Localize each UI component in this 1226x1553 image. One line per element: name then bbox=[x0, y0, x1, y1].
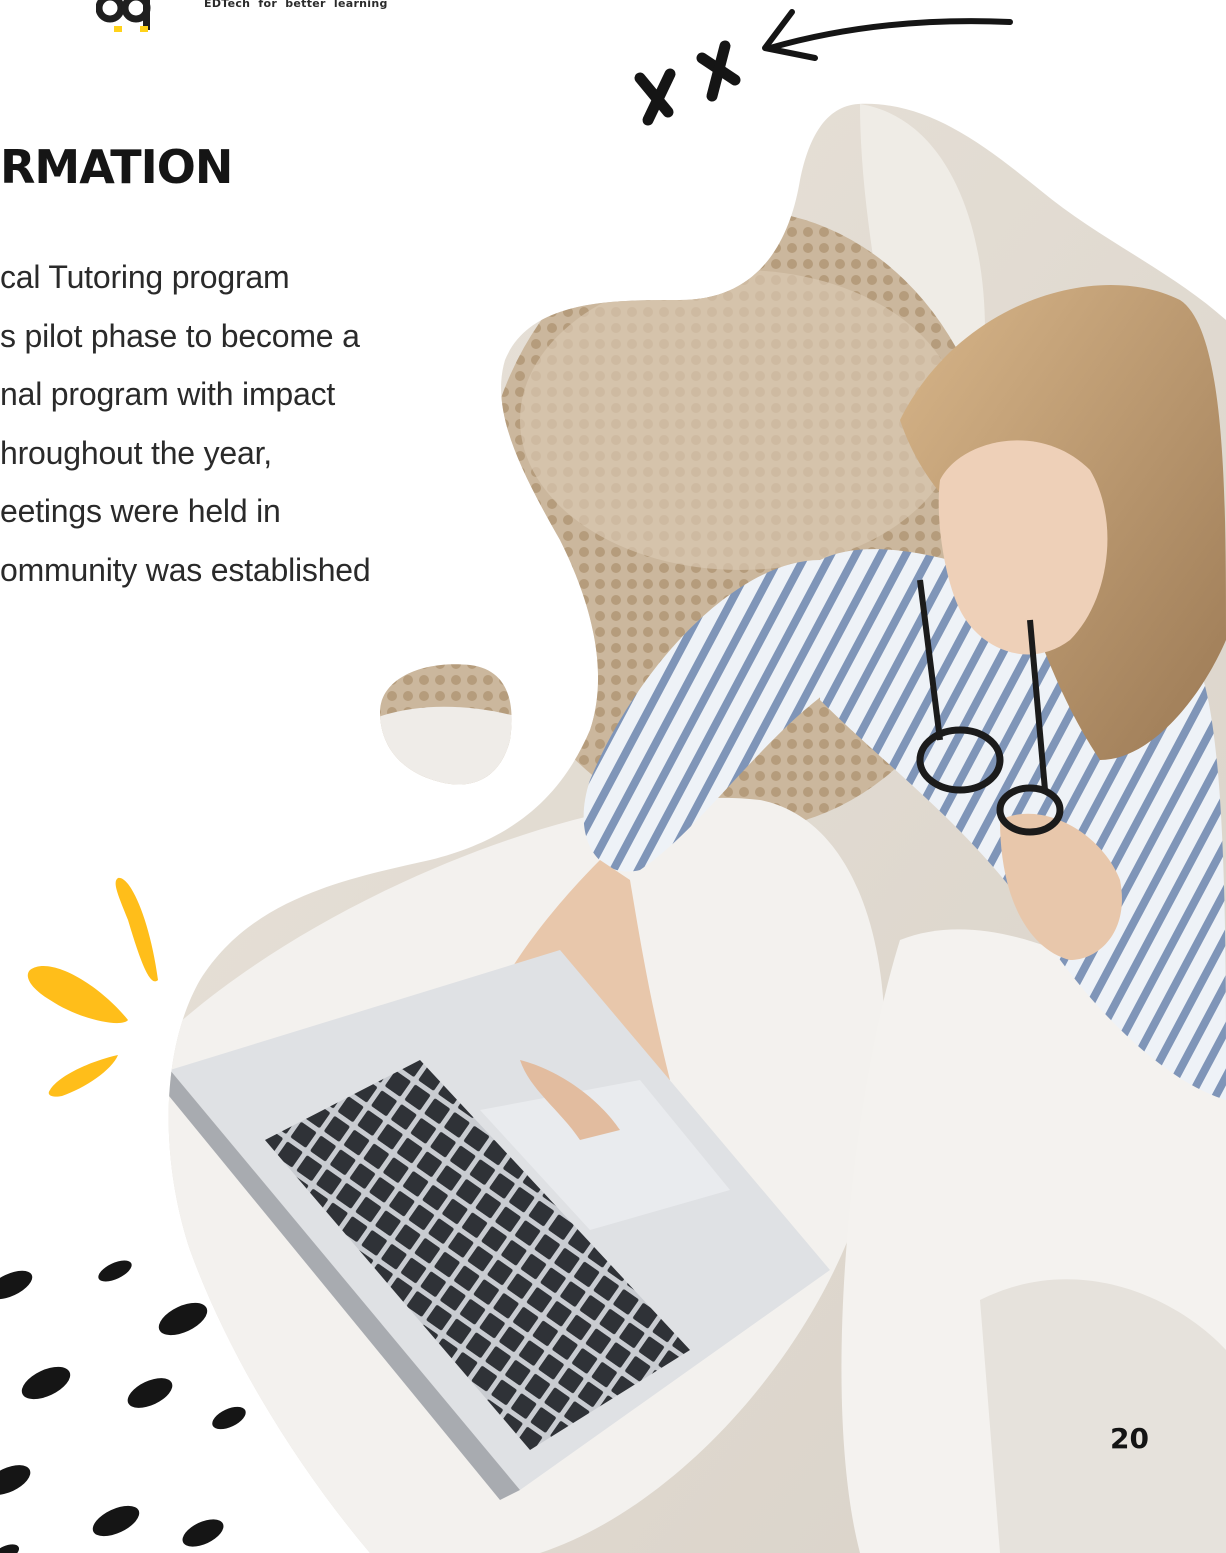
page-number: 20 bbox=[1110, 1422, 1149, 1455]
blob-photo bbox=[168, 103, 1226, 1553]
